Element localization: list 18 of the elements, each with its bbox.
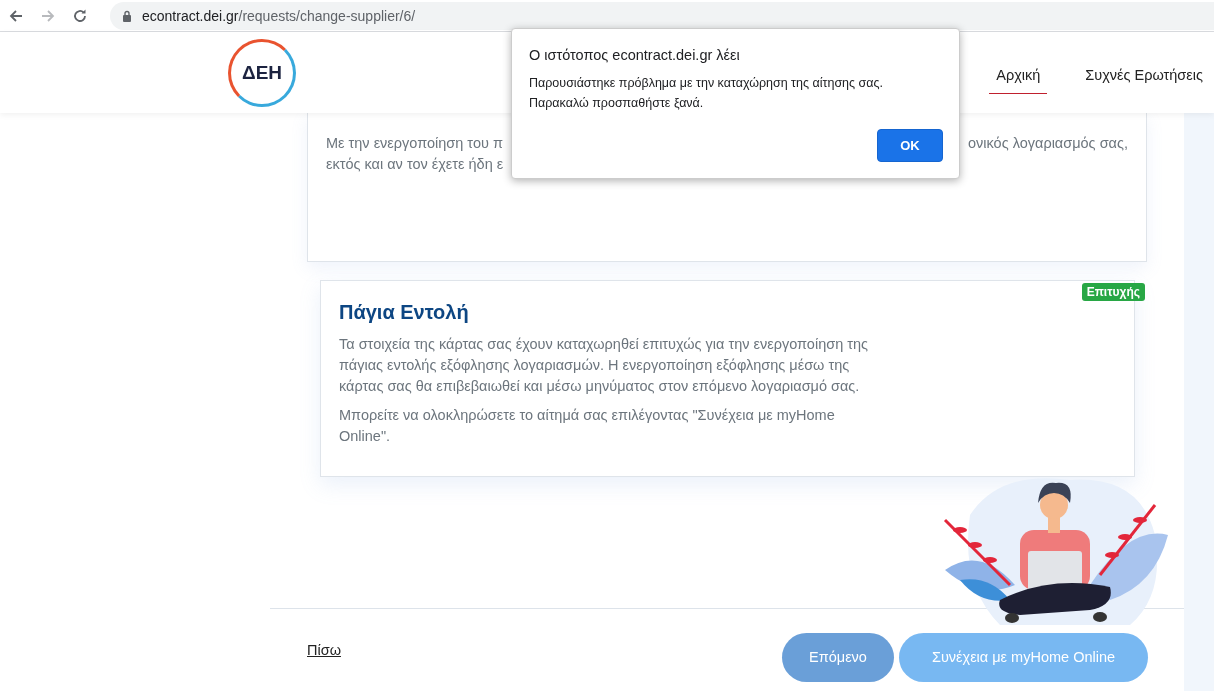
dialog-message: Παρακαλώ προσπαθήστε ξανά. <box>529 95 705 112</box>
status-badge: Επιτυχής <box>1081 283 1145 301</box>
card-text: Τα στοιχεία της κάρτας σας έχουν καταχωρηθεί επιτυχώς για την ενεργοποίηση της πάγιας εντολής εξόφλησης λογαριασμών. Η ενεργοποίηση εξόφλησης μέσω της κάρτας σας θα επιβεβαιωθεί και μέσω μηνύματος στον επόμενο λογαριασμό σας. <box>339 335 870 396</box>
address-bar[interactable]: econtract.dei.gr/requests/change-supplier/6/ <box>110 1 1214 30</box>
card-text: ονικός λογαριασμός σας, <box>968 134 1128 153</box>
card-title: Πάγια Εντολή <box>339 301 470 324</box>
dialog-message: Παρουσιάστηκε πρόβλημα με την καταχώρηση της αίτησης σας. <box>529 75 884 92</box>
ok-button[interactable]: OK <box>877 129 943 162</box>
back-icon[interactable] <box>8 7 24 24</box>
card-text: Με την ενεργοποίηση του π <box>326 134 503 153</box>
logo[interactable]: ΔΕΗ <box>228 38 296 107</box>
dialog-title: Ο ιστότοπος econtract.dei.gr λέει <box>529 47 741 63</box>
card-text: εκτός και αν τον έχετε ήδη ε <box>326 155 504 174</box>
nav-link[interactable]: Συχνές Ερωτήσεις <box>1081 57 1207 94</box>
back-link[interactable]: Πίσω <box>307 642 341 658</box>
reload-icon[interactable] <box>72 7 88 24</box>
card-text: Μπορείτε να ολοκληρώσετε το αίτημά σας επιλέγοντας "Συνέχεια με myHome Online". <box>339 406 836 446</box>
nav-link[interactable]: Αρχική <box>989 57 1048 94</box>
